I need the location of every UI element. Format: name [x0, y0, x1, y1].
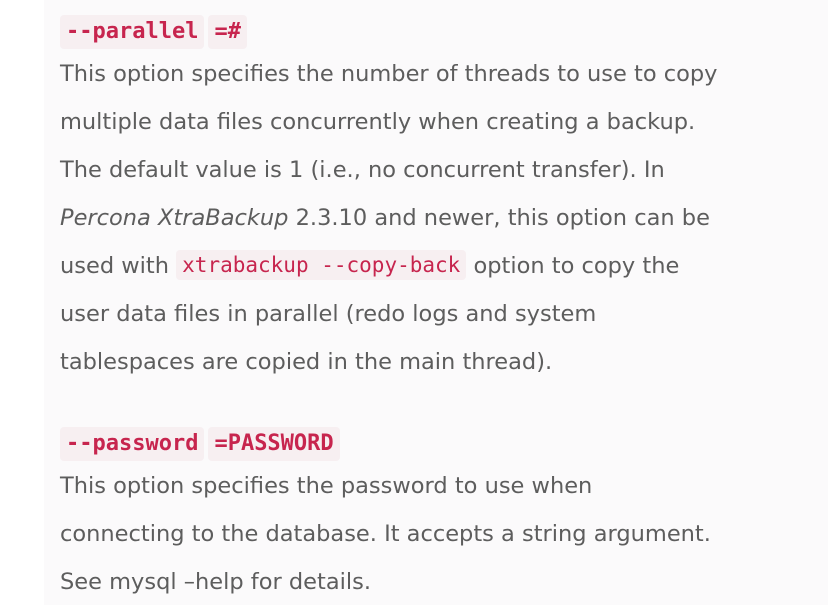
desc-line: This option specifies the password to us… — [60, 473, 593, 499]
desc-line: option to copy the — [466, 253, 680, 279]
documentation-content: --parallel =# This option specifies the … — [44, 0, 828, 605]
desc-line: tablespaces are copied in the main threa… — [60, 349, 553, 375]
option-flag-password: --password — [60, 427, 205, 461]
inline-code-copy-back: xtrabackup --copy-back — [176, 250, 467, 280]
desc-line: multiple data files concurrently when cr… — [60, 109, 696, 135]
desc-line: 2.3.10 and newer, this option can be — [288, 205, 710, 231]
desc-line: This option specifies the number of thre… — [60, 61, 718, 87]
option-signature: --password =PASSWORD — [60, 426, 820, 462]
option-parallel: --parallel =# This option specifies the … — [60, 14, 820, 386]
desc-line: used with — [60, 253, 177, 279]
option-flag-parallel: --parallel — [60, 15, 205, 49]
option-description-parallel: This option specifies the number of thre… — [60, 50, 820, 386]
option-arg-parallel: =# — [208, 15, 247, 49]
desc-line: See mysql –help for details. — [60, 569, 372, 595]
desc-line: The default value is 1 (i.e., no concurr… — [60, 157, 665, 183]
desc-line: user data files in parallel (redo logs a… — [60, 301, 597, 327]
option-description-password: This option specifies the password to us… — [60, 462, 820, 606]
desc-line: connecting to the database. It accepts a… — [60, 521, 711, 547]
product-name: Percona XtraBackup — [60, 205, 289, 231]
option-password: --password =PASSWORD This option specifi… — [60, 426, 820, 606]
option-arg-password: =PASSWORD — [208, 427, 340, 461]
option-signature: --parallel =# — [60, 14, 820, 50]
